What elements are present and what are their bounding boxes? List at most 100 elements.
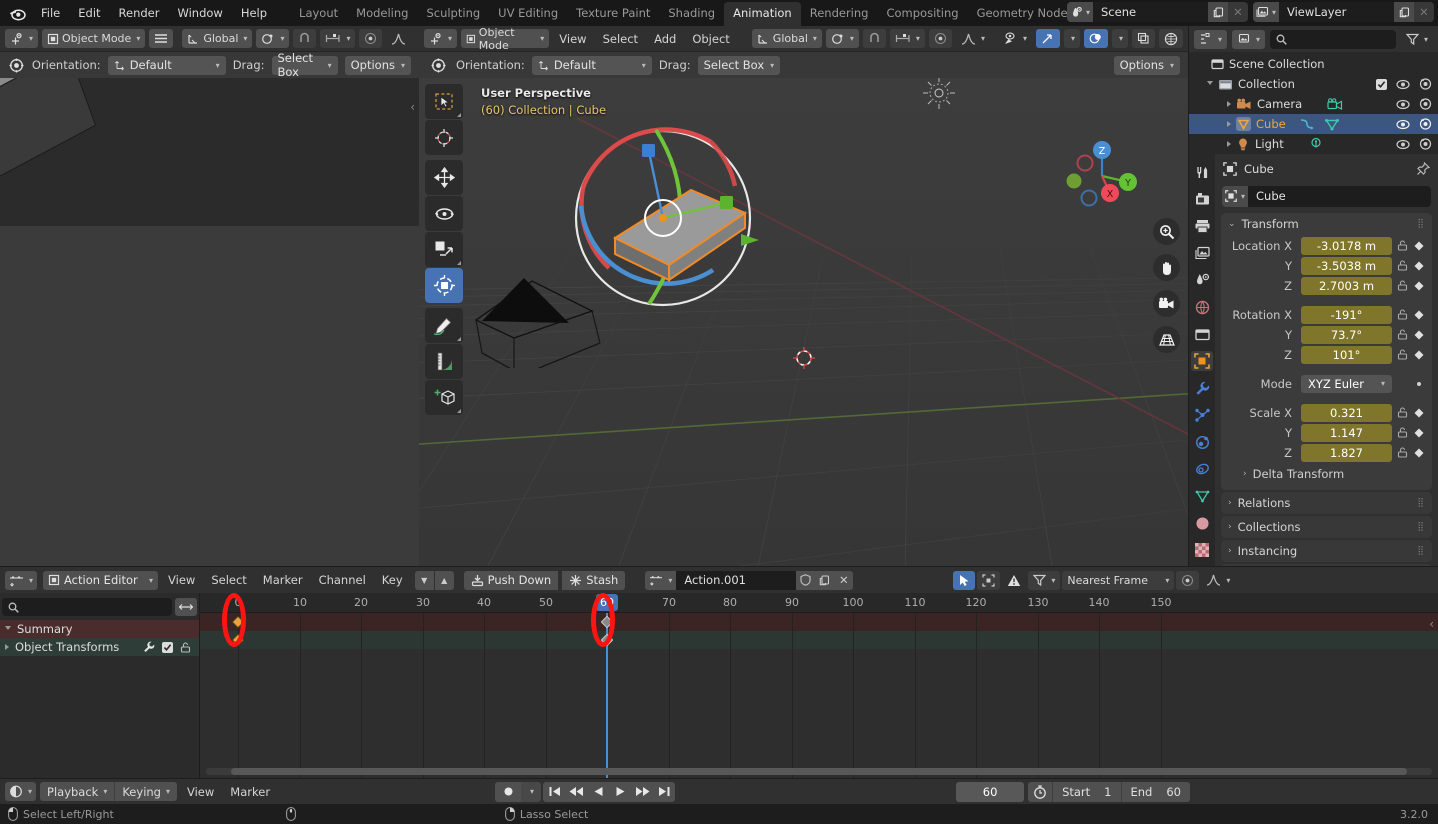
filter-icon[interactable]: ▾	[1401, 30, 1433, 49]
tab-shading[interactable]: Shading	[659, 2, 724, 26]
dopesheet-filter-icon[interactable]: ▾	[1028, 570, 1061, 590]
eye-icon[interactable]	[1396, 79, 1410, 90]
relations-panel[interactable]: › Relations ⣿	[1221, 492, 1432, 514]
tab-modeling[interactable]: Modeling	[347, 2, 417, 26]
move-tool[interactable]	[425, 160, 463, 195]
dopesheet-menu-select[interactable]: Select	[205, 573, 252, 587]
action-browse-icon[interactable]: ▾	[645, 570, 677, 590]
menu-select[interactable]: Select	[597, 32, 644, 46]
push-down-button[interactable]: Push Down	[463, 570, 559, 590]
grid-icon[interactable]	[1153, 326, 1180, 353]
keyframe-diamond-icon[interactable]	[1413, 261, 1424, 271]
xray-toggle-icon[interactable]	[1132, 29, 1155, 48]
tab-uv-editing[interactable]: UV Editing	[489, 2, 567, 26]
menu-render[interactable]: Render	[110, 3, 169, 23]
eye-icon[interactable]	[1396, 139, 1410, 150]
transform-panel-header[interactable]: ⌄ Transform ⣿	[1221, 213, 1432, 235]
chevron-right-icon[interactable]: ›	[1228, 522, 1232, 532]
expand-light-icon[interactable]	[1227, 141, 1231, 147]
snap-mode-dropdown[interactable]: Nearest Frame ▾	[1062, 570, 1175, 590]
tab-compositing[interactable]: Compositing	[877, 2, 967, 26]
dopesheet-menu-key[interactable]: Key	[376, 573, 409, 587]
stash-button[interactable]: Stash	[562, 570, 626, 590]
drag-dots-icon[interactable]: ⣿	[1417, 522, 1425, 532]
keyframe-diamond-icon[interactable]	[1413, 241, 1424, 251]
lane-summary[interactable]	[200, 613, 1438, 631]
dopesheet-mode-dropdown[interactable]: Action Editor ▾	[43, 570, 159, 590]
rotation-x-value[interactable]: -191°	[1301, 305, 1392, 324]
keyframe-diamond-icon[interactable]	[1413, 350, 1424, 360]
prev-action-icon[interactable]: ▼	[414, 570, 434, 590]
auto-keying-dropdown-icon[interactable]: ▾	[521, 781, 541, 802]
jump-to-start-button[interactable]	[543, 782, 565, 802]
shading-solid-icon[interactable]	[1159, 29, 1183, 48]
tab-rendering[interactable]: Rendering	[801, 2, 878, 26]
eye-icon[interactable]	[1396, 99, 1410, 110]
wrench-icon[interactable]	[143, 641, 155, 653]
object-id-icon[interactable]: ▾	[1222, 185, 1248, 207]
expand-cube-icon[interactable]	[1227, 121, 1231, 127]
frame-start-field[interactable]: Start 1	[1052, 781, 1120, 802]
tool-tab[interactable]	[1191, 162, 1213, 182]
chevron-right-icon[interactable]: ›	[1228, 498, 1232, 508]
drag-dots-icon[interactable]: ⣿	[1417, 498, 1425, 508]
lock-icon[interactable]	[1396, 240, 1409, 251]
proportional-editing-toggle-icon[interactable]	[953, 570, 976, 590]
new-viewlayer-icon[interactable]	[1394, 2, 1414, 22]
jump-to-end-button[interactable]	[653, 782, 675, 802]
rotation-y-value[interactable]: 73.7°	[1301, 325, 1392, 344]
outliner-row-collection[interactable]: Collection	[1189, 74, 1438, 94]
physics-tab[interactable]	[1191, 432, 1213, 452]
channel-row-summary[interactable]: Summary	[0, 620, 199, 638]
falloff-icon[interactable]: ▾	[956, 29, 990, 48]
channel-search-input[interactable]	[2, 598, 172, 616]
next-action-icon[interactable]: ▲	[434, 570, 454, 590]
chevron-down-icon[interactable]: ⌄	[1228, 219, 1236, 229]
dope-sheet-timeline[interactable]: 0 10 20 30 40 50 60 70 80 90 100 110 120…	[200, 593, 1438, 778]
world-tab[interactable]	[1191, 297, 1213, 317]
expand-camera-icon[interactable]	[1227, 101, 1231, 107]
pivot-point-button[interactable]: ▾	[825, 29, 859, 48]
scene-name[interactable]: Scene	[1093, 2, 1208, 22]
channel-sort-icon[interactable]	[175, 598, 197, 616]
scale-x-value[interactable]: 0.321	[1301, 403, 1392, 422]
rotation-mode-dropdown[interactable]: XYZ Euler ▾	[1301, 374, 1392, 393]
menu-add[interactable]: Add	[648, 32, 682, 46]
menu-file[interactable]: File	[32, 3, 69, 23]
annotate-tool[interactable]	[425, 308, 463, 343]
scale-y-value[interactable]: 1.147	[1301, 423, 1392, 442]
snap-magnet-icon[interactable]	[862, 29, 886, 48]
location-z-value[interactable]: 2.7003 m	[1301, 276, 1392, 295]
dopesheet-horizontal-scrollbar[interactable]	[206, 768, 1432, 775]
left-snap-magnet-icon[interactable]	[293, 29, 317, 48]
dopesheet-menu-view[interactable]: View	[162, 573, 201, 587]
new-scene-icon[interactable]	[1208, 2, 1228, 22]
scale-tool[interactable]	[425, 232, 463, 267]
collection-tab[interactable]	[1191, 324, 1213, 344]
left-drag-dropdown[interactable]: Select Box ▾	[271, 51, 338, 79]
dopesheet-menu-channel[interactable]: Channel	[313, 573, 372, 587]
unlink-action-icon[interactable]: ✕	[834, 570, 854, 590]
remove-viewlayer-icon[interactable]: ✕	[1414, 2, 1434, 22]
lane-object-transforms[interactable]	[200, 631, 1438, 649]
collections-panel[interactable]: › Collections ⣿	[1221, 516, 1432, 538]
overlays-toggle-icon[interactable]	[1083, 29, 1108, 48]
keyframe-diamond-icon[interactable]	[1413, 408, 1424, 418]
action-name-field[interactable]: Action.001	[676, 570, 797, 590]
tab-sculpting[interactable]: Sculpting	[417, 2, 489, 26]
timeline-editor-type-button[interactable]: ▾	[5, 782, 37, 801]
render-tab[interactable]	[1191, 189, 1213, 209]
camera-render-icon[interactable]	[1419, 118, 1432, 130]
left-falloff-icon[interactable]	[386, 29, 411, 48]
options-dropdown[interactable]: Options ▾	[1113, 55, 1180, 75]
gizmo-dropdown-icon[interactable]: ▾	[1063, 29, 1080, 48]
auto-keying-record-icon[interactable]	[495, 781, 521, 802]
tab-geometry-nodes[interactable]: Geometry Nodes	[968, 2, 1083, 26]
blender-logo-icon[interactable]	[6, 4, 28, 22]
snap-to-button[interactable]: ▾	[889, 29, 925, 48]
drag-dots-icon[interactable]: ⣿	[1417, 546, 1425, 556]
animate-dot-icon[interactable]	[1413, 380, 1424, 388]
left-editor-type-button[interactable]: ▾	[5, 29, 39, 48]
left-object-mode-button[interactable]: Object Mode ▾	[42, 29, 146, 48]
add-cube-tool[interactable]	[425, 380, 463, 415]
